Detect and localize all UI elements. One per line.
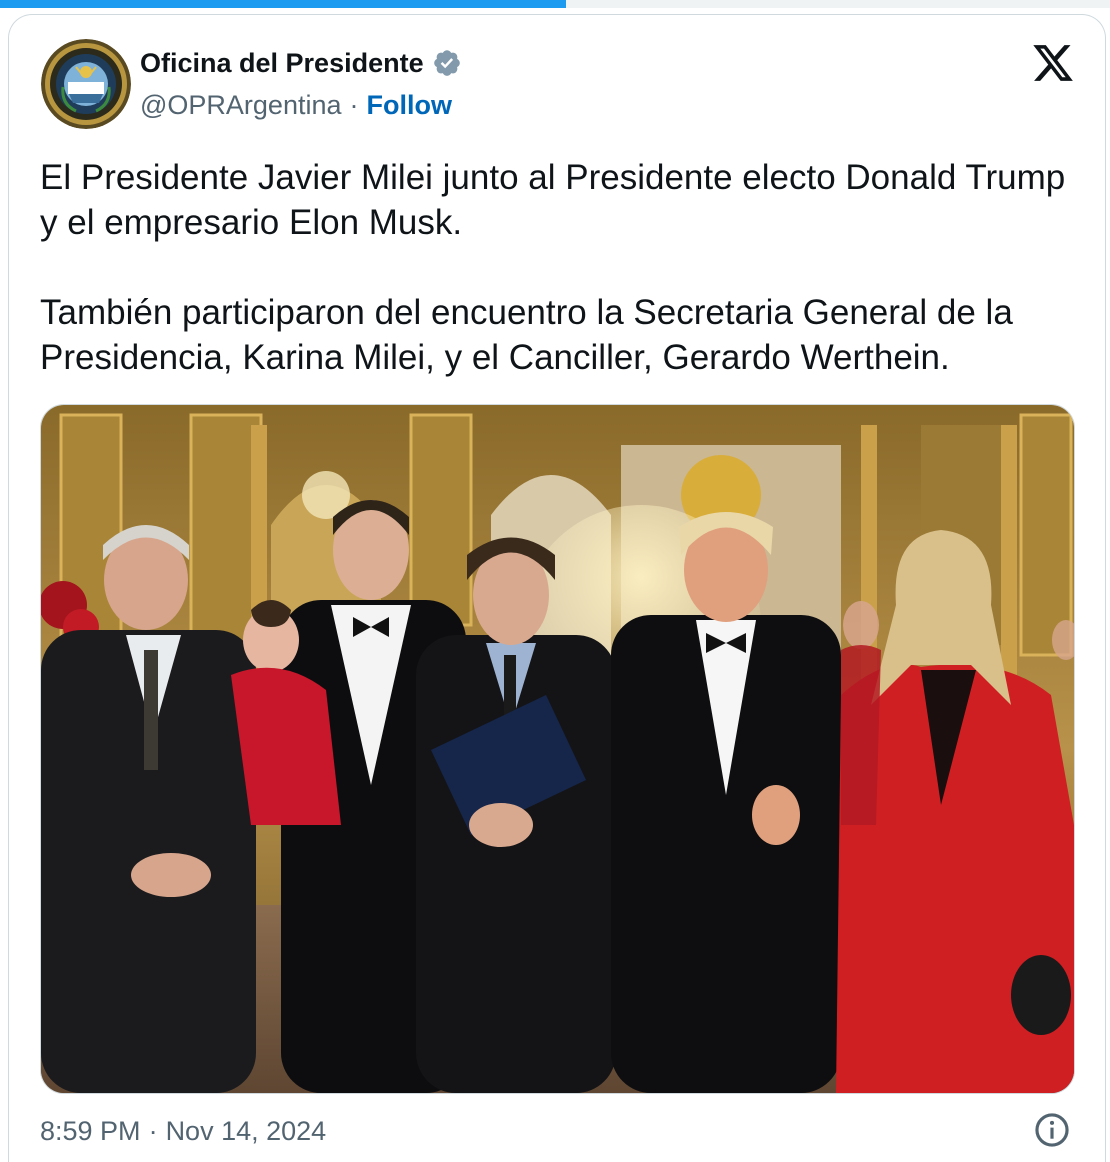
- author-handle[interactable]: @OPRArgentina: [140, 90, 342, 121]
- tweet-time: 8:59 PM: [40, 1115, 141, 1146]
- loading-progress-fill: [0, 0, 567, 8]
- info-icon[interactable]: [1033, 1111, 1071, 1149]
- x-logo-icon[interactable]: [1031, 41, 1075, 85]
- presidential-seal-icon: [41, 39, 131, 129]
- author-display-name[interactable]: Oficina del Presidente: [140, 48, 424, 79]
- avatar[interactable]: [41, 39, 131, 129]
- verified-badge-icon[interactable]: [432, 48, 462, 78]
- tweet-photo[interactable]: [40, 404, 1075, 1094]
- author-handle-row: @OPRArgentina · Follow: [140, 87, 452, 123]
- author-name-row: Oficina del Presidente: [140, 45, 462, 81]
- tweet-paragraph: El Presidente Javier Milei junto al Pres…: [40, 158, 1066, 242]
- tweet-card: Oficina del Presidente @OPRArgentina · F…: [8, 14, 1106, 1162]
- timestamp-separator: ·: [148, 1115, 158, 1146]
- handle-separator: ·: [349, 89, 359, 120]
- tweet-date: Nov 14, 2024: [165, 1115, 327, 1146]
- tweet-timestamp[interactable]: 8:59 PM · Nov 14, 2024: [40, 1113, 326, 1149]
- follow-button[interactable]: Follow: [367, 90, 452, 121]
- loading-progress-bar: [0, 0, 1110, 8]
- tweet-text: El Presidente Javier Milei junto al Pres…: [40, 155, 1080, 380]
- tweet-paragraph: También participaron del encuentro la Se…: [40, 293, 1013, 377]
- group-photo-icon: [41, 405, 1074, 1093]
